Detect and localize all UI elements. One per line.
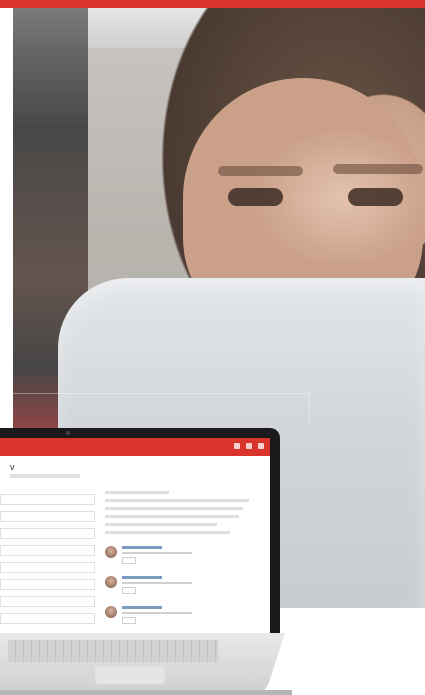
header-icon <box>246 443 252 449</box>
person-info <box>122 606 265 624</box>
top-red-band <box>0 0 425 8</box>
text-line <box>105 523 217 526</box>
person-info <box>122 546 265 564</box>
view-button[interactable] <box>122 617 136 624</box>
app-right-panel <box>105 486 265 633</box>
view-button[interactable] <box>122 587 136 594</box>
trackpad <box>95 666 165 684</box>
keyboard <box>8 640 218 662</box>
person-desc-line <box>122 552 192 554</box>
right-eye <box>348 188 403 206</box>
header-icon <box>234 443 240 449</box>
person-name-line <box>122 576 162 579</box>
thin-guide-line-vertical <box>309 393 310 428</box>
text-line <box>105 531 230 534</box>
view-button[interactable] <box>122 557 136 564</box>
form-field[interactable] <box>0 613 95 624</box>
laptop-front-lip <box>0 690 292 695</box>
form-field[interactable] <box>0 545 95 556</box>
header-icon <box>258 443 264 449</box>
text-line <box>105 499 249 502</box>
thin-guide-line <box>0 393 310 394</box>
app-subtitle-line <box>10 474 80 478</box>
form-field[interactable] <box>0 528 95 539</box>
text-line <box>105 491 169 494</box>
app-header <box>0 438 270 456</box>
webcam-dot <box>66 431 70 435</box>
form-field[interactable] <box>0 511 95 522</box>
person-name-line <box>122 606 162 609</box>
avatar <box>105 546 117 558</box>
laptop: v <box>0 428 300 695</box>
scene: v <box>0 0 425 695</box>
person-desc-line <box>122 582 192 584</box>
form-field[interactable] <box>0 579 95 590</box>
list-item[interactable] <box>105 606 265 624</box>
form-field[interactable] <box>0 494 95 505</box>
laptop-display: v <box>0 438 270 633</box>
list-item[interactable] <box>105 576 265 594</box>
left-eye <box>228 188 283 206</box>
text-line <box>105 515 240 518</box>
header-icons <box>234 443 264 449</box>
left-eyebrow <box>218 166 303 176</box>
form-field[interactable] <box>0 596 95 607</box>
text-line <box>105 507 243 510</box>
avatar <box>105 606 117 618</box>
laptop-screen-bezel: v <box>0 428 280 638</box>
app-page-title-fragment: v <box>10 462 15 472</box>
person-info <box>122 576 265 594</box>
app-form <box>0 488 95 624</box>
list-item[interactable] <box>105 546 265 564</box>
form-field[interactable] <box>0 562 95 573</box>
right-eyebrow <box>333 164 423 174</box>
person-name-line <box>122 546 162 549</box>
person-desc-line <box>122 612 192 614</box>
avatar <box>105 576 117 588</box>
